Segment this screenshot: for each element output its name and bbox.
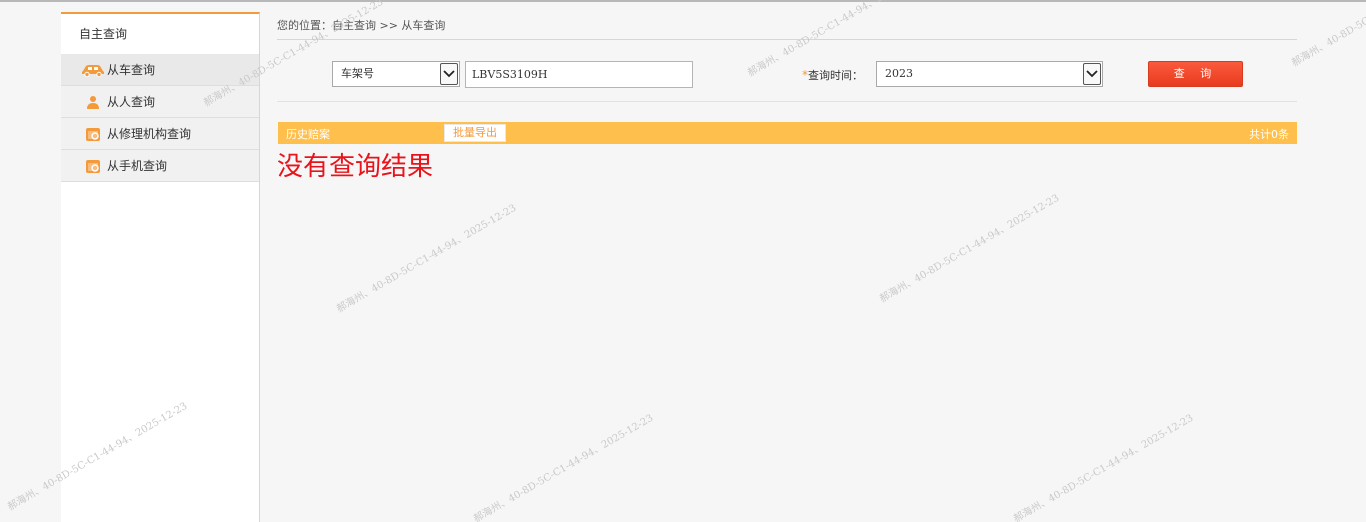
watermark: 郝海州、40-8D-5C-C1-44-94、2025-12-23 <box>1290 0 1366 69</box>
query-time-value: 2023 <box>885 67 913 80</box>
watermark: 郝海州、40-8D-5C-C1-44-94、2025-12-23 <box>472 412 656 522</box>
search-button[interactable]: 查 询 <box>1148 61 1243 87</box>
phone-icon <box>79 157 107 175</box>
repair-shop-icon <box>79 125 107 143</box>
watermark: 郝海州、40-8D-5C-C1-44-94、2025-12-23 <box>1012 412 1196 522</box>
sidebar: 自主查询 从车查询 从人查询 从修理机构查询 从手机查询 <box>61 12 260 522</box>
empty-results-message: 没有查询结果 <box>277 152 434 182</box>
sidebar-item-label: 从车查询 <box>107 63 156 77</box>
results-count: 共计0条 <box>1249 128 1289 141</box>
breadcrumb: 您的位置：自主查询 >> 从车查询 <box>277 18 1297 40</box>
sidebar-item-repair-shop[interactable]: 从修理机构查询 <box>61 118 259 150</box>
results-header: 历史赔案 批量导出 共计0条 <box>278 122 1297 144</box>
sidebar-item-label: 从手机查询 <box>107 159 168 173</box>
chevron-down-icon[interactable] <box>440 63 458 85</box>
sidebar-item-person[interactable]: 从人查询 <box>61 86 259 118</box>
chevron-down-icon[interactable] <box>1083 63 1101 85</box>
query-time-label: *查询时间： <box>802 67 863 83</box>
watermark: 郝海州、40-8D-5C-C1-44-94、2025-12-23 <box>878 192 1062 305</box>
watermark: 郝海州、40-8D-5C-C1-44-94、2025-12-23 <box>335 202 519 315</box>
sidebar-item-phone[interactable]: 从手机查询 <box>61 150 259 182</box>
car-icon <box>79 61 107 79</box>
person-icon <box>79 93 107 111</box>
sidebar-item-car[interactable]: 从车查询 <box>61 54 259 86</box>
sidebar-title: 自主查询 <box>79 27 128 41</box>
search-type-select[interactable]: 车架号 <box>332 61 460 87</box>
search-form: 车架号 *查询时间： 2023 查 询 <box>277 58 1297 102</box>
batch-export-button[interactable]: 批量导出 <box>444 124 506 142</box>
results-title: 历史赔案 <box>286 128 330 141</box>
vin-input[interactable] <box>465 61 693 88</box>
top-border <box>0 0 1366 2</box>
search-type-value: 车架号 <box>341 67 374 80</box>
sidebar-item-label: 从修理机构查询 <box>107 127 192 141</box>
sidebar-item-label: 从人查询 <box>107 95 156 109</box>
query-time-select[interactable]: 2023 <box>876 61 1103 87</box>
query-time-text: 查询时间： <box>808 69 863 82</box>
